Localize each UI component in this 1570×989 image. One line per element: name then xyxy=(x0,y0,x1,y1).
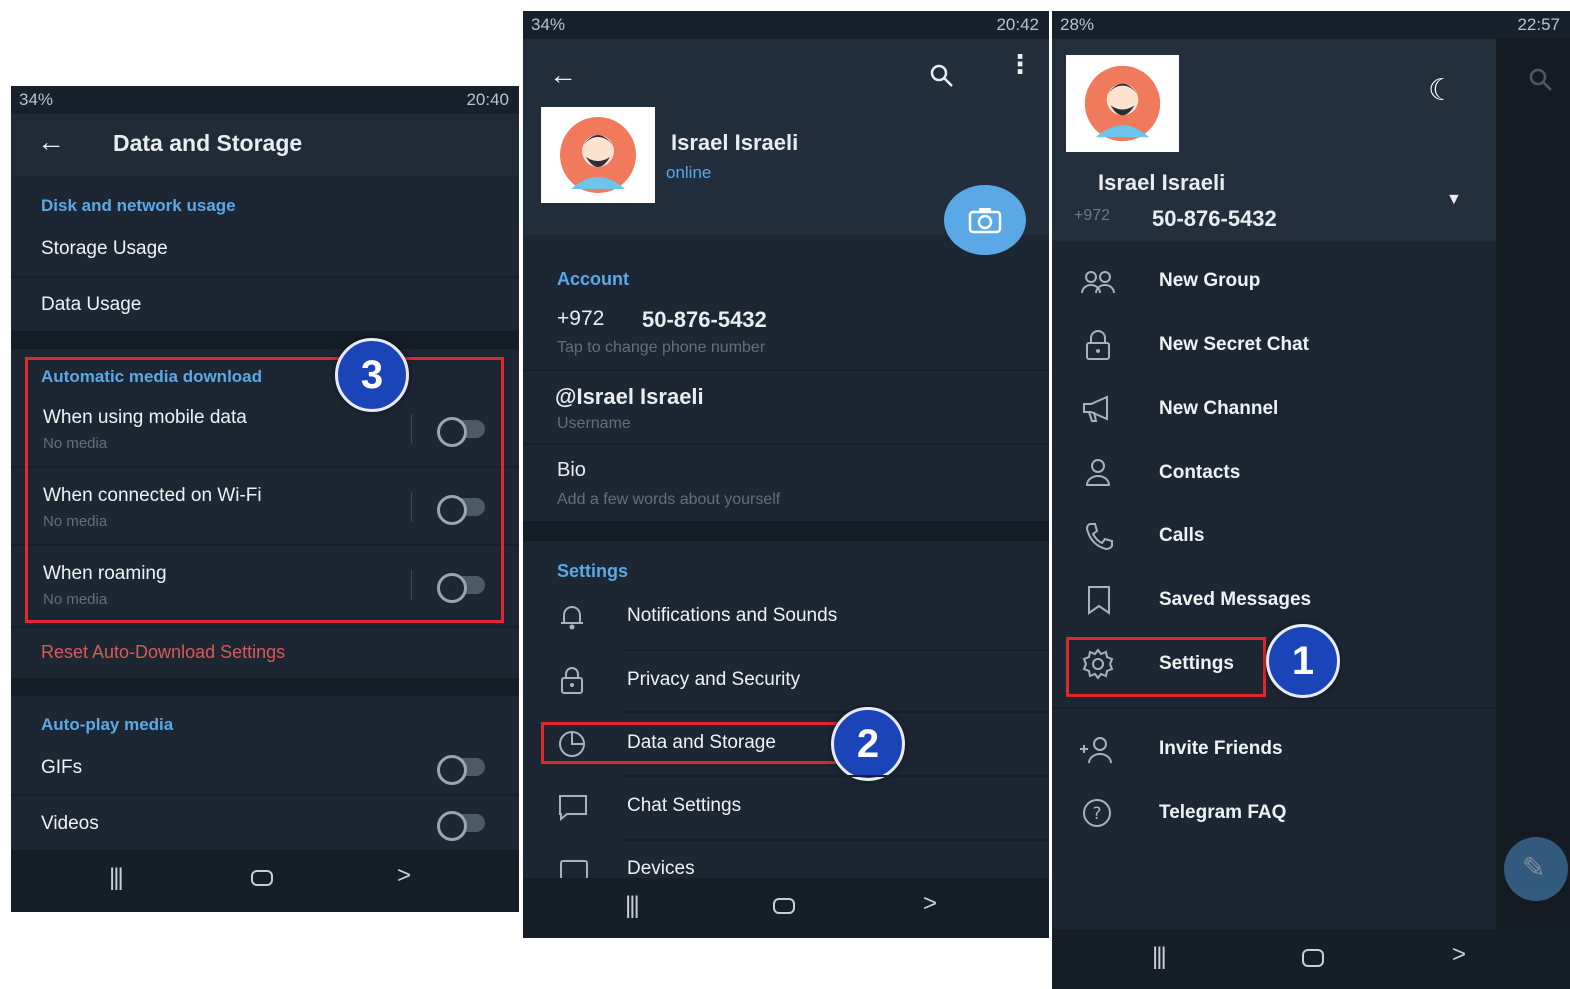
pencil-icon: ✎ xyxy=(1522,852,1546,883)
videos-toggle[interactable] xyxy=(437,811,485,841)
chat-bubble-icon xyxy=(557,793,589,821)
privacy-item[interactable]: Privacy and Security xyxy=(627,669,800,691)
bookmark-icon xyxy=(1086,585,1112,615)
status-bar: 34% 20:40 xyxy=(11,86,519,114)
battery-level: 34% xyxy=(531,15,566,34)
menu-new-channel[interactable]: New Channel xyxy=(1159,398,1278,420)
clock: 20:40 xyxy=(466,90,509,109)
menu-saved-messages[interactable]: Saved Messages xyxy=(1159,589,1311,611)
back-arrow-icon[interactable]: ← xyxy=(37,126,65,158)
back-nav-icon[interactable]: > xyxy=(1452,941,1466,969)
search-icon[interactable] xyxy=(929,63,955,89)
recents-icon[interactable]: ||| xyxy=(625,892,640,920)
profile-name: Israel Israeli xyxy=(671,130,799,155)
devices-item[interactable]: Devices xyxy=(627,858,695,880)
svg-text:?: ? xyxy=(1092,804,1101,824)
contact-person-icon xyxy=(1084,457,1112,487)
lock-icon xyxy=(557,665,587,695)
menu-contacts[interactable]: Contacts xyxy=(1159,462,1240,484)
question-icon: ? xyxy=(1081,797,1113,829)
profile-settings-screen: 34% 20:42 ← ⋮ Israel Israeli online Acco… xyxy=(523,11,1049,938)
section-account: Account xyxy=(557,269,629,289)
compose-fab: ✎ xyxy=(1504,837,1568,901)
add-person-icon xyxy=(1078,735,1116,765)
highlight-settings xyxy=(1066,637,1266,697)
notifications-item[interactable]: Notifications and Sounds xyxy=(627,605,837,627)
lock-icon xyxy=(1083,329,1113,361)
clock: 20:42 xyxy=(996,15,1039,34)
status-bar: 28% 22:57 xyxy=(1052,11,1570,39)
back-arrow-icon[interactable]: ← xyxy=(549,59,577,91)
username-label: Username xyxy=(557,415,631,432)
battery-level: 34% xyxy=(19,90,54,109)
highlight-data-storage xyxy=(541,722,843,764)
back-nav-icon[interactable]: > xyxy=(397,862,411,890)
more-menu-icon[interactable]: ⋮ xyxy=(1007,51,1033,77)
group-icon xyxy=(1080,269,1116,295)
account-dropdown-icon[interactable]: ▼ xyxy=(1446,191,1462,209)
drawer-phone: 50-876-5432 xyxy=(1152,206,1277,231)
data-storage-screen: 34% 20:40 ← Data and Storage Disk and ne… xyxy=(11,86,519,912)
battery-level: 28% xyxy=(1060,15,1095,34)
menu-telegram-faq[interactable]: Telegram FAQ xyxy=(1159,802,1286,824)
drawer-name: Israel Israeli xyxy=(1098,170,1226,195)
home-icon[interactable] xyxy=(1302,949,1324,967)
highlight-auto-download xyxy=(25,357,504,623)
phone-number[interactable]: 50-876-5432 xyxy=(642,307,767,333)
page-title: Data and Storage xyxy=(113,130,303,156)
bio-hint: Add a few words about yourself xyxy=(557,491,781,508)
step-badge-3: 3 xyxy=(335,338,409,412)
camera-button[interactable] xyxy=(944,185,1026,255)
videos-label[interactable]: Videos xyxy=(41,813,99,835)
username[interactable]: @Israel Israeli xyxy=(555,384,704,410)
navigation-drawer-screen: 28% 22:57 ☾ Israel Israeli +972 50-876-5… xyxy=(1052,11,1570,989)
country-code: +972 xyxy=(1074,207,1111,224)
gifs-toggle[interactable] xyxy=(437,755,485,785)
country-code: +972 xyxy=(557,307,605,330)
avatar[interactable] xyxy=(1066,55,1179,152)
data-usage-item[interactable]: Data Usage xyxy=(41,294,141,316)
status-bar: 34% 20:42 xyxy=(523,11,1049,39)
menu-invite-friends[interactable]: Invite Friends xyxy=(1159,738,1283,760)
bio[interactable]: Bio xyxy=(557,459,586,482)
chat-settings-item[interactable]: Chat Settings xyxy=(627,795,741,817)
phone-hint: Tap to change phone number xyxy=(557,339,766,356)
night-mode-moon-icon[interactable]: ☾ xyxy=(1428,73,1455,108)
gifs-label[interactable]: GIFs xyxy=(41,757,82,779)
phone-icon xyxy=(1084,521,1114,551)
system-nav-bar: ||| > xyxy=(1052,929,1570,989)
bell-icon xyxy=(557,601,587,631)
clock: 22:57 xyxy=(1517,15,1560,34)
menu-new-group[interactable]: New Group xyxy=(1159,270,1260,292)
back-nav-icon[interactable]: > xyxy=(923,890,937,918)
home-icon[interactable] xyxy=(251,870,273,886)
menu-new-secret-chat[interactable]: New Secret Chat xyxy=(1159,334,1309,356)
section-autoplay: Auto-play media xyxy=(41,715,174,734)
megaphone-icon xyxy=(1081,395,1115,423)
storage-usage-item[interactable]: Storage Usage xyxy=(41,238,168,260)
step-badge-2: 2 xyxy=(831,707,905,781)
recents-icon[interactable]: ||| xyxy=(109,864,124,892)
search-icon xyxy=(1528,67,1554,93)
section-settings: Settings xyxy=(557,561,629,581)
step-badge-1: 1 xyxy=(1266,624,1340,698)
avatar[interactable] xyxy=(541,107,655,203)
system-nav-bar: ||| > xyxy=(11,850,519,912)
menu-calls[interactable]: Calls xyxy=(1159,525,1204,547)
recents-icon[interactable]: ||| xyxy=(1152,943,1167,971)
home-icon[interactable] xyxy=(773,898,795,914)
presence-status: online xyxy=(666,163,712,182)
reset-auto-download-button[interactable]: Reset Auto-Download Settings xyxy=(41,642,285,663)
system-nav-bar: ||| > xyxy=(523,878,1049,938)
camera-icon xyxy=(968,208,1002,234)
section-disk-network: Disk and network usage xyxy=(41,196,236,215)
